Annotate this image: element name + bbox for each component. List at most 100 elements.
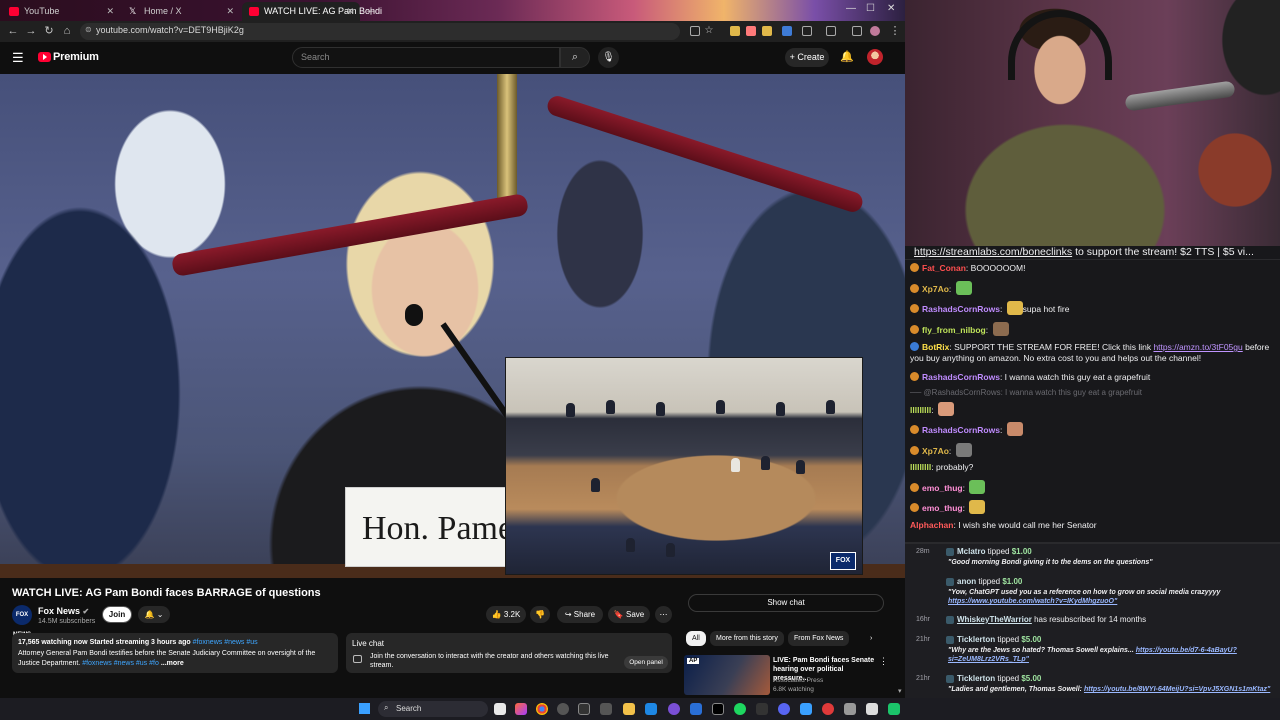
tab-watch-live[interactable]: WATCH LIVE: AG Pam Bondi ✕ bbox=[242, 2, 382, 21]
task-view-icon[interactable] bbox=[494, 703, 506, 715]
more-vertical-icon[interactable]: ⋮ bbox=[879, 656, 888, 667]
install-app-icon[interactable] bbox=[690, 26, 700, 36]
copilot-icon[interactable] bbox=[515, 703, 527, 715]
tip-link[interactable]: https://www.youtube.com/watch?v=IKydMhgz… bbox=[948, 598, 1117, 605]
chat-username[interactable]: Alphachan bbox=[910, 520, 953, 530]
account-avatar[interactable] bbox=[867, 49, 883, 65]
chat-username[interactable]: fly_from_nilbog bbox=[922, 325, 986, 335]
app-icon[interactable] bbox=[756, 703, 768, 715]
chevron-right-icon[interactable]: › bbox=[864, 631, 878, 646]
close-icon[interactable]: ✕ bbox=[346, 2, 354, 21]
extension-icon[interactable] bbox=[782, 26, 792, 36]
terminal-icon[interactable] bbox=[578, 703, 590, 715]
reload-icon[interactable]: ↻ bbox=[42, 24, 56, 38]
home-icon[interactable]: ⌂ bbox=[60, 24, 74, 38]
close-window-icon[interactable]: ✕ bbox=[887, 3, 895, 14]
spotify-icon[interactable] bbox=[734, 703, 746, 715]
steam-icon[interactable] bbox=[645, 703, 657, 715]
chat-username[interactable]: RashadsCornRows bbox=[922, 425, 1000, 435]
browser-menu-icon[interactable]: ⋮ bbox=[888, 24, 902, 38]
tipper-name[interactable]: WhiskeyTheWarrior bbox=[957, 615, 1032, 624]
create-button[interactable]: + Create bbox=[785, 48, 829, 67]
chip-more-from-story[interactable]: More from this story bbox=[710, 631, 784, 646]
hashtags[interactable]: #foxnews #news #us bbox=[193, 639, 258, 646]
search-input[interactable]: Search bbox=[292, 47, 560, 68]
search-button[interactable]: ⌕ bbox=[560, 47, 590, 68]
tiktok-icon[interactable] bbox=[712, 703, 724, 715]
app-icon[interactable] bbox=[557, 703, 569, 715]
chip-all[interactable]: All bbox=[686, 631, 706, 646]
extension-icon[interactable] bbox=[730, 26, 740, 36]
back-icon[interactable]: ← bbox=[6, 24, 20, 38]
side-panel-icon[interactable] bbox=[826, 26, 836, 36]
chrome-icon[interactable] bbox=[536, 703, 548, 715]
show-more-link[interactable]: ...more bbox=[161, 660, 184, 667]
share-button[interactable]: ↪ Share bbox=[557, 606, 603, 623]
open-panel-button[interactable]: Open panel bbox=[624, 656, 668, 669]
new-tab-icon[interactable]: ＋ bbox=[366, 3, 376, 18]
save-button[interactable]: 🔖 Save bbox=[608, 606, 650, 623]
url-field[interactable]: ⊜ youtube.com/watch?v=DET9HBjiK2g bbox=[80, 23, 680, 40]
app-icon[interactable] bbox=[600, 703, 612, 715]
extension-icon[interactable] bbox=[762, 26, 772, 36]
chat-username[interactable]: emo_thug bbox=[922, 503, 963, 513]
app-icon[interactable] bbox=[668, 703, 680, 715]
chat-username[interactable]: RashadsCornRows bbox=[922, 372, 1000, 382]
chat-username[interactable]: Fat_Conan bbox=[922, 263, 966, 273]
dislike-button[interactable]: 👎 bbox=[530, 606, 550, 623]
recommended-thumbnail[interactable]: AP bbox=[684, 655, 770, 695]
download-icon[interactable] bbox=[852, 26, 862, 36]
chat-username[interactable]: lllllllll bbox=[910, 405, 931, 415]
app-icon[interactable] bbox=[866, 703, 878, 715]
close-icon[interactable]: ✕ bbox=[226, 2, 234, 21]
more-actions-button[interactable]: ⋯ bbox=[655, 606, 672, 623]
chat-username[interactable]: BotRix bbox=[922, 342, 949, 352]
app-icon[interactable] bbox=[690, 703, 702, 715]
taskbar-search[interactable]: ⌕ Search bbox=[378, 701, 488, 717]
tipper-name[interactable]: Mclatro bbox=[957, 547, 985, 556]
bookmark-star-icon[interactable]: ☆ bbox=[702, 24, 716, 38]
forward-icon[interactable]: → bbox=[24, 24, 38, 38]
hamburger-menu-icon[interactable]: ☰ bbox=[12, 50, 24, 66]
extension-icon[interactable] bbox=[746, 26, 756, 36]
like-button[interactable]: 👍 3.2K bbox=[486, 606, 526, 623]
minimize-icon[interactable]: — bbox=[846, 3, 856, 14]
tab-x-home[interactable]: 𝕏 Home / X ✕ bbox=[122, 2, 240, 21]
notification-settings-button[interactable]: 🔔 ⌄ bbox=[138, 606, 170, 623]
show-chat-button[interactable]: Show chat bbox=[688, 594, 884, 612]
discord-icon[interactable] bbox=[778, 703, 790, 715]
app-icon[interactable] bbox=[888, 703, 900, 715]
tipper-name[interactable]: anon bbox=[957, 577, 976, 586]
hashtags[interactable]: #foxnews #news #us #fo bbox=[82, 660, 159, 667]
tab-youtube[interactable]: YouTube ✕ bbox=[2, 2, 120, 21]
notifications-bell-icon[interactable]: 🔔 bbox=[840, 50, 854, 63]
app-icon[interactable] bbox=[800, 703, 812, 715]
site-info-icon[interactable]: ⊜ bbox=[85, 25, 92, 34]
app-icon[interactable] bbox=[844, 703, 856, 715]
close-icon[interactable]: ✕ bbox=[106, 2, 114, 21]
extensions-puzzle-icon[interactable] bbox=[802, 26, 812, 36]
profile-avatar[interactable] bbox=[870, 26, 880, 36]
maximize-icon[interactable]: ☐ bbox=[866, 3, 875, 14]
app-icon[interactable] bbox=[822, 703, 834, 715]
chat-username[interactable]: Xp7Ao bbox=[922, 446, 949, 456]
description-box[interactable]: 17,565 watching now Started streaming 3 … bbox=[12, 633, 338, 673]
voice-search-button[interactable]: 🎙 bbox=[598, 47, 619, 68]
file-explorer-icon[interactable] bbox=[623, 703, 635, 715]
video-player[interactable]: Hon. Pamela FOX bbox=[0, 74, 905, 578]
channel-avatar[interactable]: FOX NEWS bbox=[12, 605, 32, 638]
tipper-name[interactable]: Ticklerton bbox=[957, 635, 995, 644]
join-button[interactable]: Join bbox=[102, 606, 132, 623]
pinned-link[interactable]: https://streamlabs.com/boneclinks bbox=[914, 246, 1072, 258]
chat-username[interactable]: emo_thug bbox=[922, 483, 963, 493]
channel-name[interactable]: Fox News ✔ bbox=[38, 606, 89, 616]
youtube-logo-icon[interactable] bbox=[38, 52, 51, 62]
youtube-premium-brand[interactable]: Premium bbox=[53, 51, 99, 63]
tip-link[interactable]: https://youtu.be/8WYI-64MeijU?si=VpvJ5XG… bbox=[1084, 686, 1270, 693]
chat-username[interactable]: Xp7Ao bbox=[922, 284, 949, 294]
scroll-down-arrow-icon[interactable]: ▾ bbox=[898, 687, 902, 695]
chat-username[interactable]: lllllllll bbox=[910, 462, 931, 472]
chat-link[interactable]: https://amzn.to/3tF05gu bbox=[1153, 342, 1242, 352]
tipper-name[interactable]: Ticklerton bbox=[957, 674, 995, 683]
windows-start-icon[interactable] bbox=[359, 703, 370, 714]
